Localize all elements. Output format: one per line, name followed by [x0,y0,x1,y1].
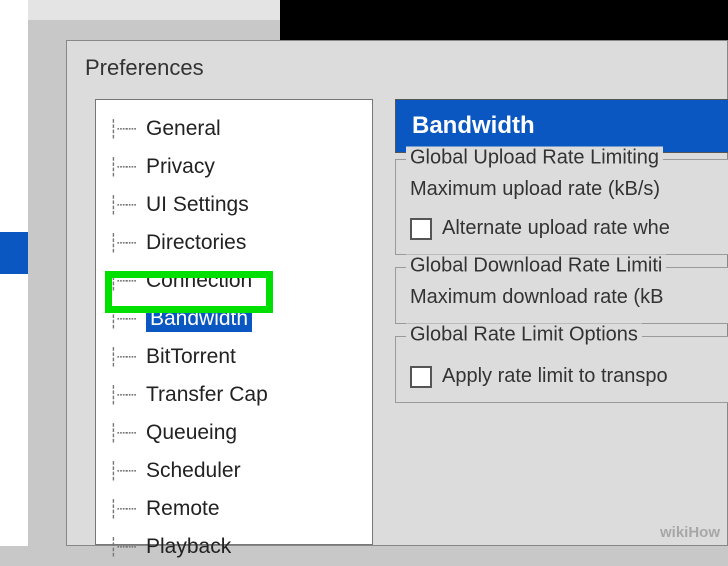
tree-item-label: Directories [146,231,246,255]
tree-item-label: Scheduler [146,459,241,483]
tree-item-queueing[interactable]: ┊┈┈Queueing [96,414,372,452]
tree-dots-icon: ┊┈┈ [108,233,146,254]
max-download-label: Maximum download rate (kB [410,286,715,309]
tree-item-playback[interactable]: ┊┈┈Playback [96,528,372,566]
section-header: Bandwidth [395,99,728,153]
tree-item-bandwidth[interactable]: ┊┈┈Bandwidth [96,300,372,338]
preferences-category-tree[interactable]: ┊┈┈General ┊┈┈Privacy ┊┈┈UI Settings ┊┈┈… [95,99,373,545]
alternate-upload-label: Alternate upload rate whe [442,217,670,240]
tree-dots-icon: ┊┈┈ [108,347,146,368]
tree-item-label: Bandwidth [146,306,252,332]
tree-item-ui-settings[interactable]: ┊┈┈UI Settings [96,186,372,224]
tree-item-bittorrent[interactable]: ┊┈┈BitTorrent [96,338,372,376]
tree-dots-icon: ┊┈┈ [108,499,146,520]
tree-dots-icon: ┊┈┈ [108,423,146,444]
tree-dots-icon: ┊┈┈ [108,157,146,178]
tree-dots-icon: ┊┈┈ [108,271,146,292]
parent-window-selected-tab[interactable] [0,232,28,274]
tree-item-label: Connection [146,269,252,293]
watermark-text: wikiHow [660,524,720,541]
watermark: wikiHow [660,525,720,540]
group-legend: Global Download Rate Limiti [406,255,666,278]
group-legend: Global Upload Rate Limiting [406,147,663,170]
tree-dots-icon: ┊┈┈ [108,461,146,482]
tree-item-scheduler[interactable]: ┊┈┈Scheduler [96,452,372,490]
tree-item-remote[interactable]: ┊┈┈Remote [96,490,372,528]
tree-item-label: Queueing [146,421,237,445]
tree-item-directories[interactable]: ┊┈┈Directories [96,224,372,262]
apply-rate-limit-label: Apply rate limit to transpo [442,365,668,388]
group-download-rate: Global Download Rate Limiti Maximum down… [395,267,728,324]
max-upload-label: Maximum upload rate (kB/s) [410,178,715,201]
tree-item-general[interactable]: ┊┈┈General [96,110,372,148]
tree-dots-icon: ┊┈┈ [108,119,146,140]
settings-pane: Bandwidth Global Upload Rate Limiting Ma… [395,99,728,545]
alternate-upload-checkbox[interactable] [410,218,432,240]
tree-item-privacy[interactable]: ┊┈┈Privacy [96,148,372,186]
tree-dots-icon: ┊┈┈ [108,537,146,558]
group-upload-rate: Global Upload Rate Limiting Maximum uplo… [395,159,728,255]
tree-item-label: UI Settings [146,193,249,217]
dialog-title: Preferences [85,55,204,81]
tree-item-label: Privacy [146,155,215,179]
tree-item-connection[interactable]: ┊┈┈Connection [96,262,372,300]
apply-rate-limit-checkbox[interactable] [410,366,432,388]
tree-dots-icon: ┊┈┈ [108,309,146,330]
group-rate-limit-options: Global Rate Limit Options Apply rate lim… [395,336,728,403]
tree-item-label: BitTorrent [146,345,236,369]
tree-item-label: Remote [146,497,220,521]
tree-item-label: Transfer Cap [146,383,268,407]
group-legend: Global Rate Limit Options [406,324,642,347]
tree-item-transfer-cap[interactable]: ┊┈┈Transfer Cap [96,376,372,414]
tree-dots-icon: ┊┈┈ [108,195,146,216]
tree-item-label: General [146,117,221,141]
apply-rate-limit-row[interactable]: Apply rate limit to transpo [410,365,715,388]
alternate-upload-row[interactable]: Alternate upload rate whe [410,217,715,240]
parent-window-black-bar [280,0,728,40]
tree-item-label: Playback [146,535,231,559]
preferences-dialog: Preferences ┊┈┈General ┊┈┈Privacy ┊┈┈UI … [66,40,728,546]
tree-dots-icon: ┊┈┈ [108,385,146,406]
